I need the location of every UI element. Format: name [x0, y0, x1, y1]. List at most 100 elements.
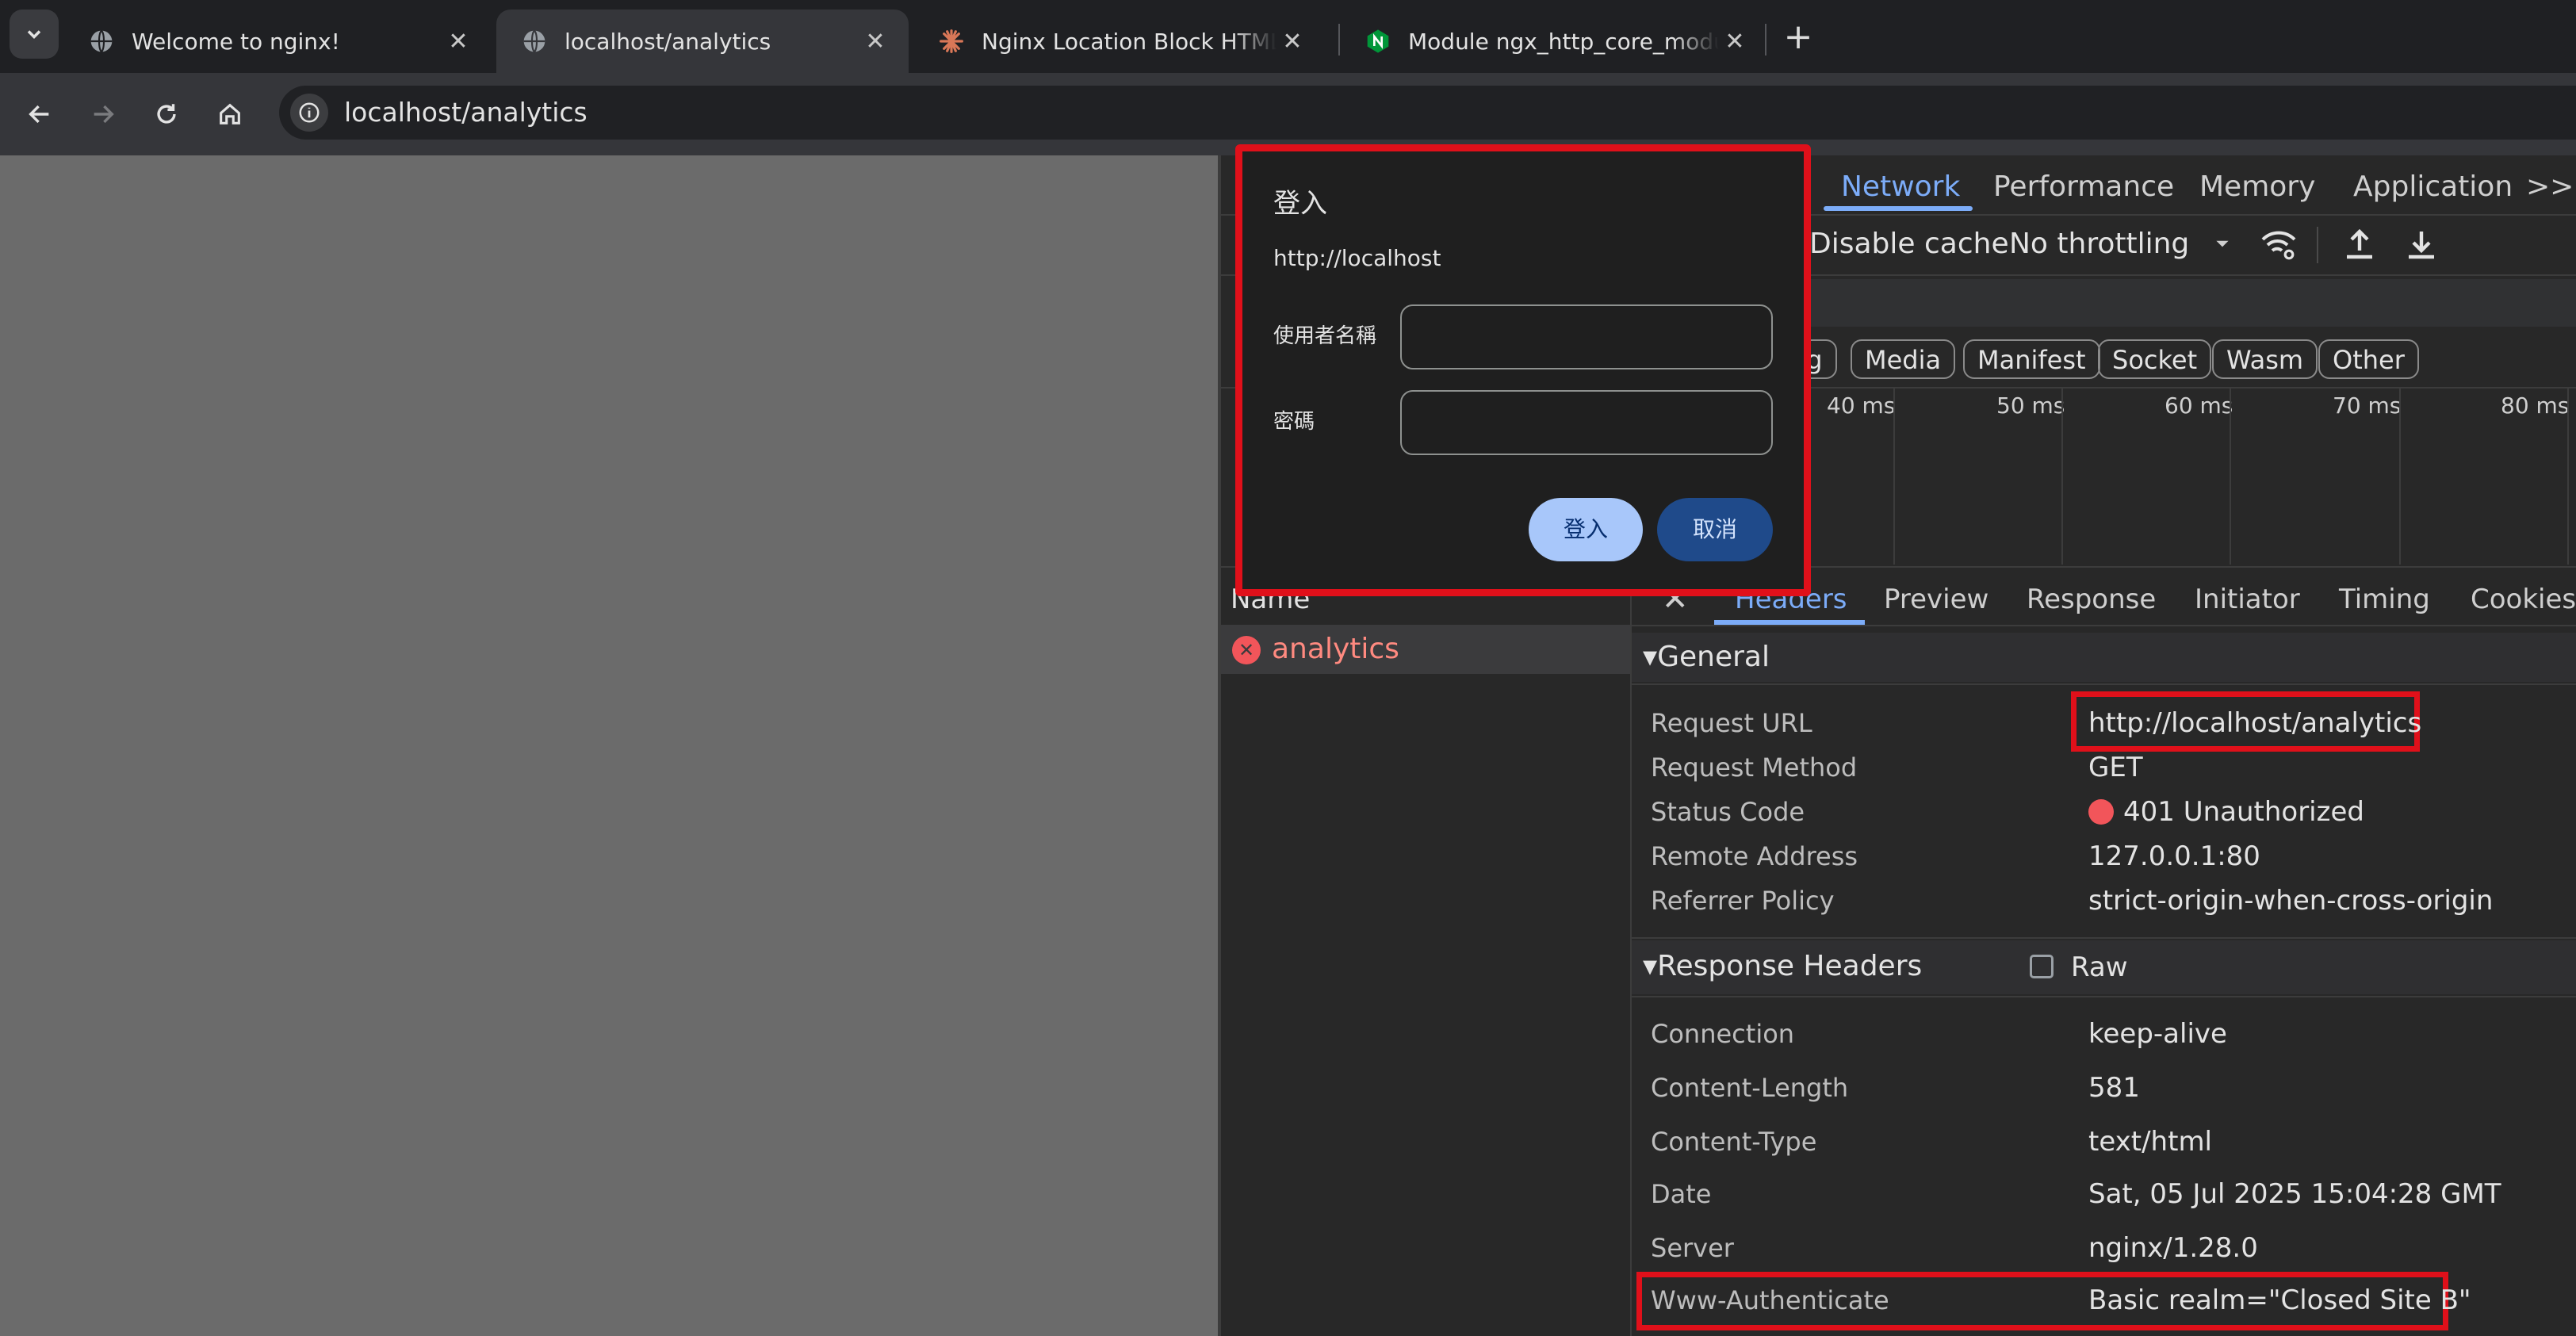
request-url-value: http://localhost/analytics — [2088, 707, 2422, 739]
filter-chip-wasm[interactable]: Wasm — [2212, 339, 2318, 379]
header-value: nginx/1.28.0 — [2088, 1232, 2258, 1264]
tab-ngx-http-core-module[interactable]: Module ngx_http_core_modu ✕ — [1340, 10, 1768, 73]
password-input[interactable] — [1400, 390, 1773, 455]
caret-down-icon[interactable] — [2212, 233, 2233, 257]
reload-button[interactable] — [146, 94, 187, 135]
active-tab-indicator — [1824, 206, 1973, 211]
filter-chip-socket[interactable]: Socket — [2098, 339, 2212, 379]
header-key: Connection — [1651, 1019, 1795, 1049]
header-key: Date — [1651, 1179, 1712, 1209]
disable-cache-label[interactable]: Disable cache — [1809, 222, 2009, 266]
general-section-title[interactable]: ▾General — [1643, 637, 1770, 677]
forward-button[interactable] — [82, 94, 124, 135]
username-input[interactable] — [1400, 304, 1773, 369]
header-key: Content-Length — [1651, 1073, 1849, 1103]
timeline-tick: 70 ms — [2333, 392, 2402, 419]
header-value: text/html — [2088, 1126, 2213, 1158]
timeline-tick: 60 ms — [2165, 392, 2233, 419]
close-icon[interactable]: ✕ — [1277, 25, 1308, 57]
nginx-logo-icon — [1367, 29, 1389, 53]
dialog-title: 登入 — [1273, 188, 1327, 220]
header-key: Content-Type — [1651, 1127, 1817, 1157]
status-code-value: 401 Unauthorized — [2123, 796, 2364, 828]
referrer-policy-value: strict-origin-when-cross-origin — [2088, 885, 2494, 917]
timeline-tick: 40 ms — [1827, 392, 1896, 419]
header-key: Request URL — [1651, 708, 1812, 738]
tab-localhost-analytics[interactable]: localhost/analytics ✕ — [496, 10, 909, 73]
triangle-down-icon: ▾ — [1643, 950, 1658, 982]
timeline-gridline — [2230, 389, 2231, 565]
dialog-origin: http://localhost — [1273, 245, 1441, 271]
throttling-select[interactable]: No throttling — [2009, 222, 2189, 266]
raw-label[interactable]: Raw — [2071, 950, 2128, 985]
filter-chip-manifest[interactable]: Manifest — [1963, 339, 2100, 379]
www-authenticate-value: Basic realm="Closed Site B" — [2088, 1284, 2471, 1316]
password-label: 密碼 — [1273, 410, 1315, 434]
header-key: Remote Address — [1651, 841, 1858, 871]
address-bar[interactable] — [279, 86, 2576, 140]
filter-bar[interactable] — [1811, 279, 2576, 327]
divider — [1632, 996, 2576, 997]
status-error-dot-icon — [2088, 799, 2114, 825]
header-key: Www-Authenticate — [1651, 1285, 1889, 1315]
timeline-gridline — [1893, 389, 1895, 565]
detail-tab-timing[interactable]: Timing — [2339, 577, 2430, 622]
devtools-tab-memory[interactable]: Memory — [2199, 163, 2315, 211]
header-key: Status Code — [1651, 797, 1805, 827]
detail-tab-response[interactable]: Response — [2027, 577, 2156, 622]
header-key: Referrer Policy — [1651, 886, 1835, 916]
timeline-gridline — [2567, 389, 2569, 565]
devtools-tab-application[interactable]: Application — [2353, 163, 2513, 211]
home-button[interactable] — [209, 94, 251, 135]
detail-tab-cookies[interactable]: Cookies — [2471, 577, 2576, 622]
close-icon[interactable]: ✕ — [1719, 25, 1751, 57]
signin-button[interactable]: 登入 — [1529, 498, 1643, 561]
header-value: 581 — [2088, 1072, 2140, 1104]
import-har-icon[interactable] — [2341, 225, 2379, 266]
triangle-down-icon: ▾ — [1643, 641, 1658, 673]
divider — [1632, 937, 2576, 939]
plus-icon: + — [1783, 16, 1813, 57]
arrow-left-icon — [29, 105, 49, 124]
globe-icon — [523, 29, 545, 53]
network-conditions-icon[interactable] — [2260, 225, 2298, 266]
back-button[interactable] — [19, 94, 60, 135]
address-url[interactable]: localhost/analytics — [344, 94, 588, 132]
general-section-header[interactable] — [1632, 633, 2576, 682]
home-icon — [220, 103, 240, 124]
raw-checkbox[interactable] — [2030, 955, 2054, 978]
devtools-tab-network[interactable]: Network — [1841, 163, 1960, 211]
response-headers-title[interactable]: ▾Response Headers — [1643, 947, 1922, 986]
new-tab-button[interactable]: + — [1776, 14, 1820, 59]
detail-tab-initiator[interactable]: Initiator — [2195, 577, 2300, 622]
cancel-button[interactable]: 取消 — [1657, 498, 1773, 561]
username-label: 使用者名稱 — [1273, 324, 1377, 348]
more-tabs-chevron-icon[interactable]: >> — [2526, 163, 2574, 211]
request-name[interactable]: analytics — [1272, 630, 1399, 669]
filter-chip-media[interactable]: Media — [1851, 339, 1956, 379]
site-info-button[interactable] — [290, 94, 328, 132]
request-method-value: GET — [2088, 752, 2143, 783]
error-icon: ✕ — [1232, 636, 1261, 664]
timeline-tick: 80 ms — [2501, 392, 2570, 419]
close-icon[interactable]: ✕ — [859, 25, 891, 57]
filter-chip-other[interactable]: Other — [2318, 339, 2419, 379]
timeline-tick: 50 ms — [1996, 392, 2065, 419]
tab-welcome-nginx[interactable]: Welcome to nginx! ✕ — [63, 10, 492, 73]
arrow-right-icon — [94, 105, 114, 124]
tab-search-button[interactable] — [10, 10, 59, 59]
globe-icon — [90, 29, 113, 53]
header-value: Sat, 05 Jul 2025 15:04:28 GMT — [2088, 1178, 2501, 1210]
close-icon[interactable]: ✕ — [442, 25, 474, 57]
devtools-tab-performance[interactable]: Performance — [1993, 163, 2174, 211]
remote-address-value: 127.0.0.1:80 — [2088, 840, 2260, 872]
tab-separator — [1765, 24, 1766, 56]
detail-tab-preview[interactable]: Preview — [1884, 577, 1988, 622]
export-har-icon[interactable] — [2402, 225, 2440, 266]
divider — [1632, 683, 2576, 685]
divider — [1632, 625, 2576, 626]
tab-nginx-location-block[interactable]: Nginx Location Block HTML R ✕ — [913, 10, 1326, 73]
tab-title: Module ngx_http_core_modu — [1408, 28, 1719, 55]
info-icon — [299, 102, 320, 123]
tab-title: Nginx Location Block HTML R — [982, 28, 1277, 55]
